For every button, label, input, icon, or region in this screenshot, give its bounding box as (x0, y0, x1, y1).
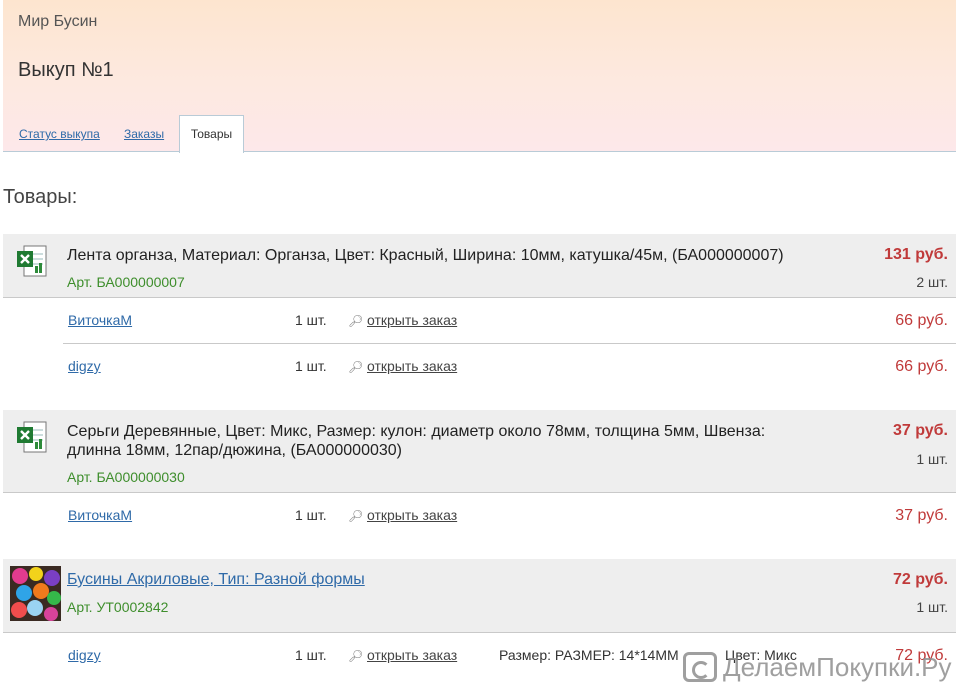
excel-file-icon (17, 245, 47, 277)
section-title: Товары: (3, 186, 78, 208)
product-name: Серьги Деревянные, Цвет: Микс, Размер: к… (67, 423, 766, 459)
product-article: Арт. УТ0002842 (67, 599, 169, 615)
product-quantity: 1 шт. (916, 451, 948, 467)
product-row: Серьги Деревянные, Цвет: Микс, Размер: к… (3, 410, 956, 493)
open-order-link[interactable]: 🔎︎ открыть заказ (348, 647, 457, 663)
product-name: Лента органза, Материал: Органза, Цвет: … (67, 247, 784, 264)
order-price: 66 руб. (895, 358, 948, 375)
order-quantity: 1 шт. (295, 312, 327, 328)
tab-orders[interactable]: Заказы (124, 127, 164, 141)
product-price: 37 руб. (892, 422, 948, 439)
order-quantity: 1 шт. (295, 647, 327, 663)
magnifier-icon: 🔎︎ (348, 649, 364, 663)
magnifier-icon: 🔎︎ (348, 509, 364, 523)
watermark-text: ДелаемПокупки.Ру (723, 651, 952, 682)
product-quantity: 2 шт. (916, 274, 948, 290)
open-order-link[interactable]: 🔎︎ открыть заказ (348, 312, 457, 328)
order-row: ВиточкаМ 1 шт. 🔎︎ открыть заказ 37 руб. (63, 493, 956, 539)
open-order-label: открыть заказ (367, 647, 458, 663)
product-row: Бусины Акриловые, Тип: Разной формы Арт.… (3, 559, 956, 633)
open-order-label: открыть заказ (367, 507, 458, 523)
open-order-link[interactable]: 🔎︎ открыть заказ (348, 358, 457, 374)
order-row: ВиточкаМ 1 шт. 🔎︎ открыть заказ 66 руб. (63, 298, 956, 344)
product-article: Арт. БА000000007 (67, 274, 185, 290)
magnifier-icon: 🔎︎ (348, 314, 364, 328)
order-price: 66 руб. (895, 312, 948, 329)
product-name-link[interactable]: Бусины Акриловые, Тип: Разной формы (67, 570, 787, 589)
buyer-link[interactable]: ВиточкаМ (68, 312, 132, 328)
open-order-label: открыть заказ (367, 312, 458, 328)
page-title: Выкуп №1 (18, 59, 114, 81)
open-order-label: открыть заказ (367, 358, 458, 374)
buyer-link[interactable]: digzy (68, 647, 101, 663)
tab-goods[interactable]: Товары (179, 115, 244, 153)
watermark-logo-icon (683, 652, 717, 682)
magnifier-icon: 🔎︎ (348, 360, 364, 374)
product-thumbnail[interactable] (10, 566, 61, 621)
excel-file-icon (17, 421, 47, 453)
product-row: Лента органза, Материал: Органза, Цвет: … (3, 234, 956, 298)
product-price: 131 руб. (884, 246, 948, 263)
product-price: 72 руб. (892, 571, 948, 588)
site-name: Мир Бусин (18, 13, 98, 30)
order-quantity: 1 шт. (295, 507, 327, 523)
order-quantity: 1 шт. (295, 358, 327, 374)
page-header: Мир Бусин Выкуп №1 Статус выкупа Заказы … (3, 0, 956, 153)
buyer-link[interactable]: digzy (68, 358, 101, 374)
order-row: digzy 1 шт. 🔎︎ открыть заказ 66 руб. (63, 344, 956, 390)
product-article: Арт. БА000000030 (67, 469, 185, 485)
product-quantity: 1 шт. (916, 599, 948, 615)
order-price: 37 руб. (895, 507, 948, 524)
buyer-link[interactable]: ВиточкаМ (68, 507, 132, 523)
open-order-link[interactable]: 🔎︎ открыть заказ (348, 507, 457, 523)
watermark: ДелаемПокупки.Ру (683, 650, 952, 684)
order-size: Размер: РАЗМЕР: 14*14ММ (499, 647, 679, 663)
tab-status[interactable]: Статус выкупа (19, 127, 100, 141)
